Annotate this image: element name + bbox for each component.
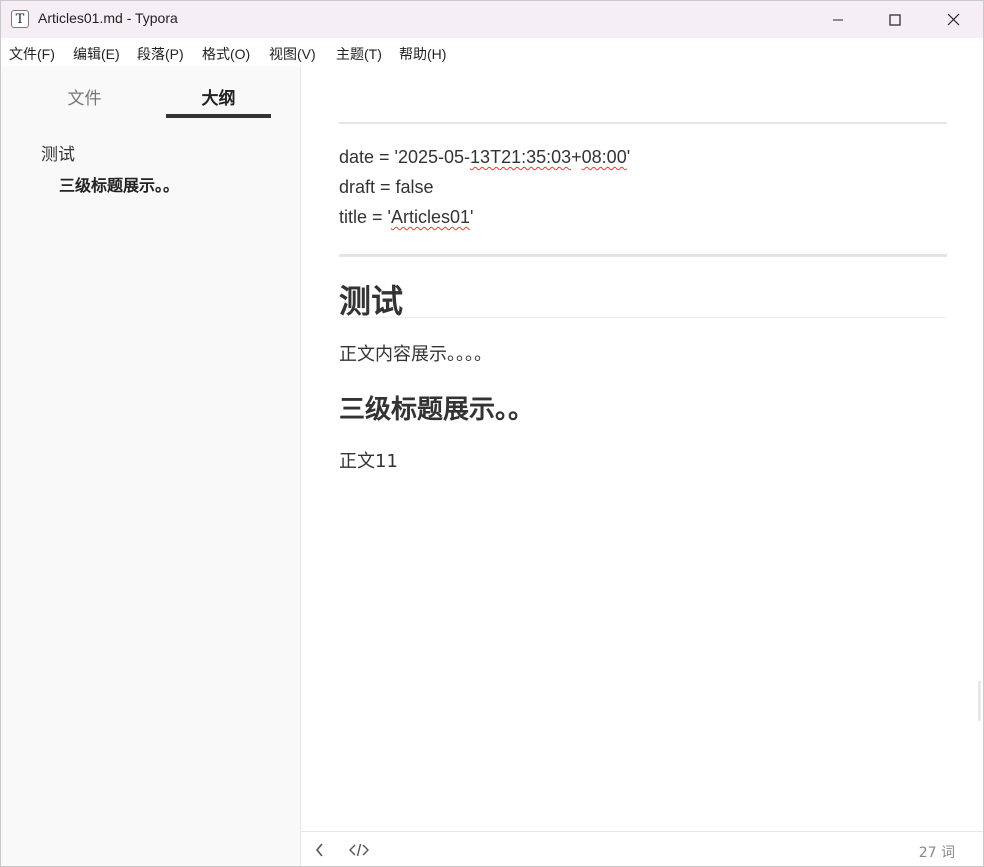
front-matter-bottom-rule	[339, 254, 947, 257]
typora-window: T Articles01.md - Typora 文件(F) 编辑(E) 段落(…	[0, 0, 984, 867]
scrollbar-thumb[interactable]	[978, 681, 981, 721]
title-bar: T Articles01.md - Typora	[1, 1, 983, 38]
menu-file[interactable]: 文件(F)	[9, 44, 55, 64]
close-button[interactable]	[924, 1, 982, 38]
menu-edit[interactable]: 编辑(E)	[73, 44, 120, 64]
spellcheck-word: 08:00	[581, 147, 627, 167]
menu-help[interactable]: 帮助(H)	[399, 44, 446, 64]
chevron-left-icon	[315, 843, 323, 857]
sidebar: 文件 大纲 测试 三级标题展示。。	[1, 66, 301, 866]
paragraph[interactable]: 正文11	[339, 447, 398, 473]
date-sep: +	[571, 147, 582, 167]
editor-area[interactable]: date = '2025-05-13T21:35:03+08:00' draft…	[301, 66, 983, 831]
outline-item-h1[interactable]: 测试	[41, 140, 75, 165]
front-matter-title[interactable]: title = 'Articles01'	[339, 207, 473, 228]
minimize-icon	[833, 19, 843, 20]
source-code-mode-button[interactable]	[347, 841, 371, 859]
minimize-button[interactable]	[809, 1, 867, 38]
menu-format[interactable]: 格式(O)	[202, 44, 250, 64]
code-icon	[349, 843, 369, 857]
spellcheck-word: Articles01	[390, 207, 470, 227]
tab-outline[interactable]: 大纲	[166, 84, 271, 109]
title-suffix: '	[470, 207, 474, 227]
spellcheck-word: 13T21:35:03	[470, 147, 572, 167]
active-tab-indicator	[166, 114, 271, 118]
maximize-icon	[889, 13, 901, 26]
status-bar: 27 词	[301, 831, 983, 866]
menu-paragraph[interactable]: 段落(P)	[137, 44, 184, 64]
front-matter-draft[interactable]: draft = false	[339, 177, 434, 198]
front-matter-date[interactable]: date = '2025-05-13T21:35:03+08:00'	[339, 147, 630, 168]
word-count[interactable]: 27 词	[919, 842, 955, 862]
date-suffix: '	[626, 147, 631, 167]
window-title: Articles01.md - Typora	[38, 10, 178, 26]
heading-1-underline	[339, 317, 947, 318]
menu-view[interactable]: 视图(V)	[269, 44, 316, 64]
tab-files[interactable]: 文件	[32, 84, 137, 109]
toggle-sidebar-button[interactable]	[309, 841, 331, 859]
menu-bar: 文件(F) 编辑(E) 段落(P) 格式(O) 视图(V) 主题(T) 帮助(H…	[1, 38, 983, 66]
title-prefix: title = '	[339, 207, 391, 227]
date-prefix: date = '2025-05-	[339, 147, 471, 167]
typora-app-icon: T	[11, 10, 29, 28]
front-matter-top-rule	[339, 122, 947, 124]
outline-item-h3[interactable]: 三级标题展示。。	[59, 172, 179, 196]
maximize-button[interactable]	[866, 1, 924, 38]
heading-3[interactable]: 三级标题展示。。	[339, 389, 534, 426]
heading-1[interactable]: 测试	[339, 276, 403, 322]
paragraph[interactable]: 正文内容展示。。。。	[339, 340, 492, 366]
close-icon	[947, 13, 959, 26]
menu-theme[interactable]: 主题(T)	[336, 44, 382, 64]
